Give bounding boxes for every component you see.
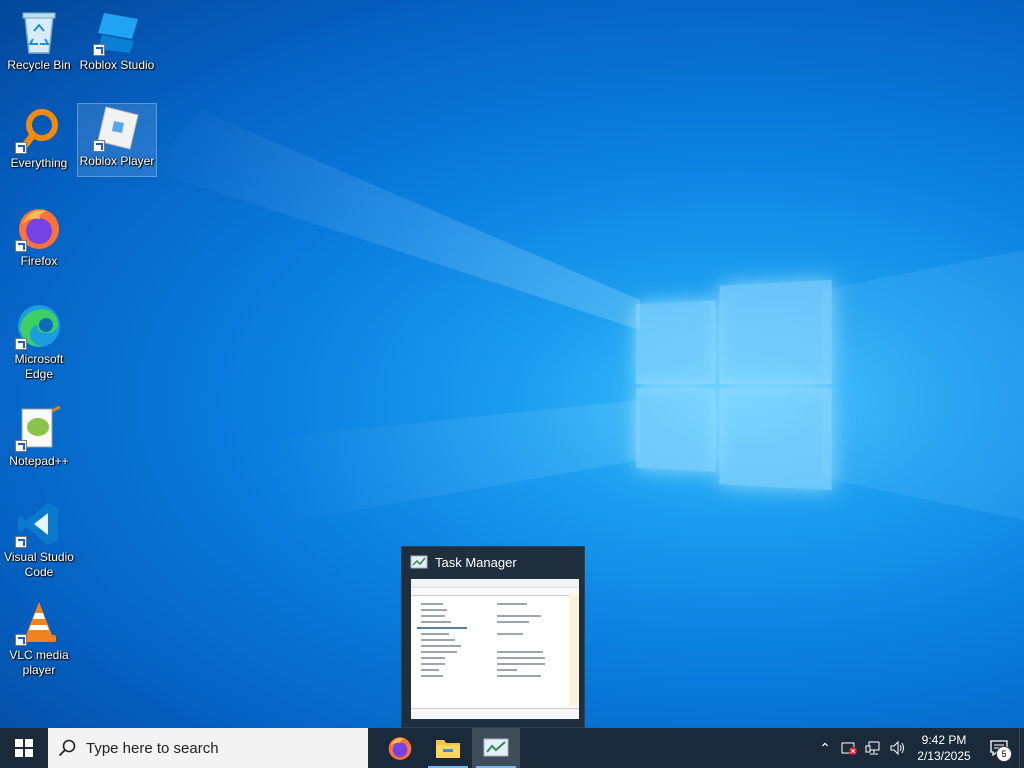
desktop-icon-label: Notepad++ (9, 454, 69, 468)
firefox-icon (388, 737, 412, 760)
folder-icon (436, 740, 460, 758)
roblox-player-icon (93, 104, 141, 152)
thumbnail-title: Task Manager (435, 554, 517, 570)
task-manager-icon (483, 738, 509, 757)
desktop-icon-everything[interactable]: Everything (0, 106, 78, 171)
windows-logo-wallpaper (636, 279, 832, 491)
network-icon[interactable] (861, 728, 885, 768)
search-placeholder: Type here to search (86, 739, 219, 757)
taskbar: Type here to search ⌃ 9:42 PM 2/13/2025 … (0, 728, 1024, 768)
volume-icon[interactable] (885, 728, 909, 768)
desktop-icon-label: Roblox Player (79, 154, 155, 168)
search-icon (58, 739, 76, 757)
thumbnail-header: Task Manager (402, 547, 584, 577)
taskbar-app-firefox[interactable] (376, 728, 424, 768)
chevron-up-icon[interactable]: ⌃ (813, 728, 837, 768)
desktop-icon-microsoft-edge[interactable]: Microsoft Edge (0, 302, 78, 382)
roblox-studio-icon (93, 8, 141, 56)
edge-icon (15, 302, 63, 350)
task-manager-preview[interactable] (411, 579, 579, 719)
taskbar-app-task-manager[interactable] (472, 728, 520, 768)
notification-count-badge: 5 (996, 746, 1012, 762)
vscode-icon (15, 500, 63, 548)
notepad-plus-plus-icon (15, 404, 63, 452)
clock-time: 9:42 PM (921, 733, 967, 747)
desktop-icon-label: Visual Studio Code (4, 550, 74, 579)
desktop-icon-label: Roblox Studio (79, 58, 155, 72)
security-alert-icon[interactable] (837, 728, 861, 768)
desktop-icon-roblox-player[interactable]: Roblox Player (77, 103, 157, 177)
windows-start-icon (15, 739, 33, 757)
desktop-icon-label: VLC media player (9, 648, 69, 677)
desktop-icon-visual-studio-code[interactable]: Visual Studio Code (0, 500, 78, 580)
desktop-icon-label: Recycle Bin (7, 58, 71, 72)
recycle-bin-icon (15, 8, 63, 56)
task-manager-icon (410, 555, 428, 569)
show-desktop-button[interactable] (1019, 728, 1024, 768)
desktop-icon-recycle-bin[interactable]: Recycle Bin (0, 8, 78, 73)
desktop-icon-label: Microsoft Edge (14, 352, 64, 381)
system-tray: ⌃ 9:42 PM 2/13/2025 5 (813, 728, 1024, 768)
task-manager-thumbnail[interactable]: Task Manager (401, 546, 585, 728)
desktop-icon-label: Firefox (20, 254, 58, 268)
desktop-icon-notepad-plus-plus[interactable]: Notepad++ (0, 404, 78, 469)
start-button[interactable] (0, 728, 48, 768)
firefox-icon (15, 204, 63, 252)
taskbar-app-file-explorer[interactable] (424, 728, 472, 768)
desktop-icon-label: Everything (10, 156, 68, 170)
taskbar-search-box[interactable]: Type here to search (48, 728, 368, 768)
desktop-icon-vlc[interactable]: VLC media player (0, 598, 78, 678)
desktop-icon-firefox[interactable]: Firefox (0, 204, 78, 269)
action-center-button[interactable]: 5 (979, 728, 1019, 768)
everything-search-icon (15, 106, 63, 154)
clock-date: 2/13/2025 (917, 749, 971, 763)
vlc-icon (15, 598, 63, 646)
taskbar-clock[interactable]: 9:42 PM 2/13/2025 (909, 732, 979, 764)
desktop-icon-roblox-studio[interactable]: Roblox Studio (78, 8, 156, 73)
